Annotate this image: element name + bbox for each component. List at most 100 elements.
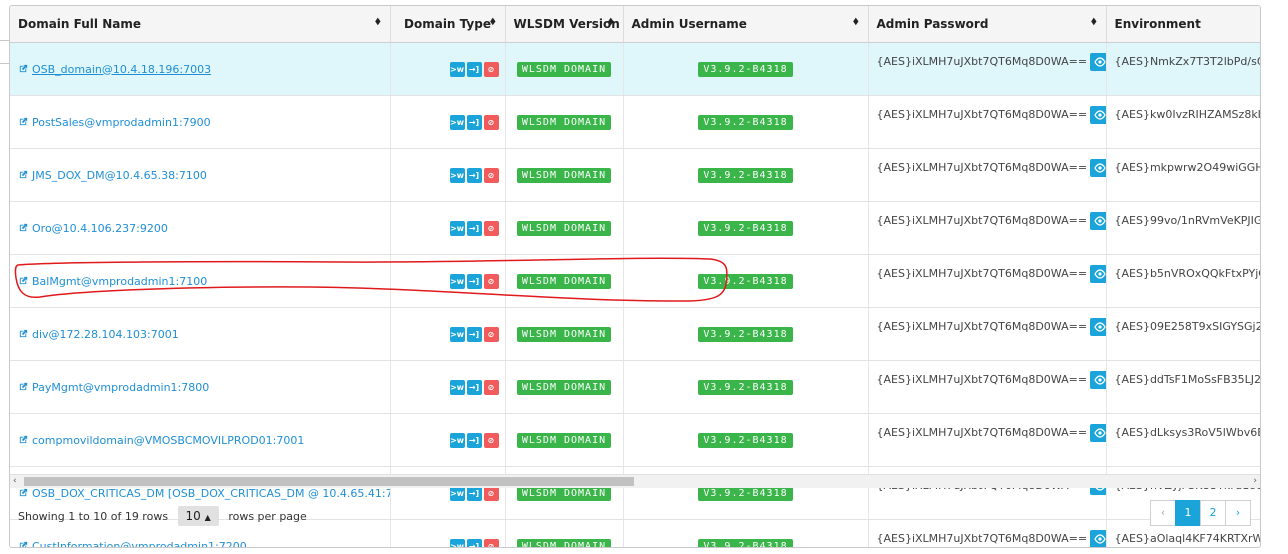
version-cell: V3.9.2-B4318 <box>623 42 869 96</box>
table-row[interactable]: OSB_domain@10.4.18.196:7003 >w →] ⊘ WLSDM DO… <box>10 42 1261 96</box>
eye-icon[interactable] <box>1090 212 1105 230</box>
version-badge: V3.9.2-B4318 <box>698 326 793 342</box>
domain-link[interactable]: PostSales@vmprodadmin1:7900 <box>18 116 211 129</box>
eye-icon[interactable] <box>1090 318 1105 336</box>
page-button[interactable]: 2 <box>1200 500 1226 526</box>
domain-type-cell: WLSDM DOMAIN <box>505 254 624 308</box>
disable-button[interactable]: ⊘ <box>483 61 499 77</box>
eye-icon[interactable] <box>1090 159 1105 177</box>
disable-button[interactable]: ⊘ <box>483 432 499 448</box>
eye-icon[interactable] <box>1090 265 1105 283</box>
page-size-dropdown[interactable]: 10 ▲ <box>177 506 219 526</box>
horizontal-scrollbar[interactable]: ‹ › <box>10 474 1260 488</box>
admin-password: {AES}b5nVROxQQkFtxPYjCgB7fQ== <box>1114 267 1261 280</box>
domain-link[interactable]: div@172.28.104.103:7001 <box>18 328 179 341</box>
table-row[interactable]: JMS_DOX_DM@10.4.65.38:7100 >w →] ⊘ WLSDM DOM… <box>10 148 1261 202</box>
scroll-thumb[interactable] <box>24 477 634 486</box>
domain-name-cell: JMS_DOX_DM@10.4.65.38:7100 <box>10 148 391 202</box>
admin-password: {AES}mkpwrw2O49wiGGHQsU6jBQ== <box>1114 161 1261 174</box>
sort-icon[interactable]: ◆ <box>608 16 613 27</box>
disable-button[interactable]: ⊘ <box>483 273 499 289</box>
column-header-4[interactable]: Admin Password ◆ <box>868 6 1107 43</box>
domain-link[interactable]: Oro@10.4.106.237:9200 <box>18 222 168 235</box>
sort-icon[interactable]: ◆ <box>853 16 858 27</box>
table-row[interactable]: Oro@10.4.106.237:9200 >w →] ⊘ WLSDM DOMAIN V3… <box>10 201 1260 255</box>
scroll-left-arrow[interactable]: ‹ <box>13 475 17 488</box>
login-button[interactable]: →] <box>466 61 482 77</box>
disable-button[interactable]: ⊘ <box>483 167 499 183</box>
column-header-label: Admin Username <box>631 17 747 31</box>
monitor-button[interactable]: >w <box>449 220 465 236</box>
sort-icon[interactable]: ◆ <box>1091 16 1096 27</box>
version-badge: V3.9.2-B4318 <box>698 114 793 130</box>
external-link-icon <box>18 116 32 129</box>
eye-icon[interactable] <box>1090 106 1105 124</box>
eye-icon[interactable] <box>1090 424 1105 442</box>
monitor-button[interactable]: >w <box>449 61 465 77</box>
admin-password-cell: {AES}mkpwrw2O49wiGGHQsU6jBQ== <box>1106 148 1261 202</box>
login-button[interactable]: →] <box>466 273 482 289</box>
domain-type-cell: WLSDM DOMAIN <box>505 148 624 202</box>
version-cell: V3.9.2-B4318 <box>623 201 869 255</box>
login-button[interactable]: →] <box>466 114 482 130</box>
disable-button[interactable]: ⊘ <box>483 220 499 236</box>
domain-actions-cell: >w →] ⊘ <box>390 42 506 96</box>
version-cell: V3.9.2-B4318 <box>623 413 869 467</box>
monitor-button[interactable]: >w <box>449 114 465 130</box>
disable-button[interactable]: ⊘ <box>483 114 499 130</box>
admin-username-cell: {AES}iXLMH7uJXbt7QT6Mq8D0WA== <box>868 254 1107 308</box>
domain-name: OSB_domain@10.4.18.196:7003 <box>32 62 212 76</box>
table-row[interactable]: PayMgmt@vmprodadmin1:7800 >w →] ⊘ WLSDM DOMA… <box>10 360 1260 414</box>
login-button[interactable]: →] <box>466 220 482 236</box>
login-button[interactable]: →] <box>466 167 482 183</box>
prev-page-button[interactable]: ‹ <box>1150 500 1176 526</box>
domain-link[interactable]: compmovildomain@VMOSBCMOVILPROD01:7001 <box>18 434 304 447</box>
admin-username-cell: {AES}iXLMH7uJXbt7QT6Mq8D0WA== <box>868 148 1107 202</box>
admin-password: {AES}NmkZx7T3T2lbPd/sQ8gjhQ== <box>1114 55 1261 68</box>
login-button[interactable]: →] <box>466 379 482 395</box>
page-button[interactable]: 1 <box>1175 500 1201 526</box>
column-header-label: Domain Type <box>404 17 491 31</box>
version-badge: V3.9.2-B4318 <box>698 220 793 236</box>
domain-actions-cell: >w →] ⊘ <box>390 95 506 149</box>
domain-link[interactable]: PayMgmt@vmprodadmin1:7800 <box>18 381 209 394</box>
version-badge: V3.9.2-B4318 <box>698 432 793 448</box>
monitor-button[interactable]: >w <box>449 432 465 448</box>
admin-username-cell: {AES}iXLMH7uJXbt7QT6Mq8D0WA== <box>868 360 1107 414</box>
version-cell: V3.9.2-B4318 <box>623 360 869 414</box>
monitor-button[interactable]: >w <box>449 167 465 183</box>
column-header-5[interactable]: Environment◆ <box>1106 6 1260 43</box>
scroll-right-arrow[interactable]: › <box>1253 475 1257 488</box>
table-row[interactable]: compmovildomain@VMOSBCMOVILPROD01:7001 >w… <box>10 413 1260 467</box>
eye-icon[interactable] <box>1090 53 1105 71</box>
disable-button[interactable]: ⊘ <box>483 379 499 395</box>
next-page-button[interactable]: › <box>1225 500 1251 526</box>
domain-link[interactable]: OSB_domain@10.4.18.196:7003 <box>18 63 211 76</box>
table-row[interactable]: BalMgmt@vmprodadmin1:7100 >w →] ⊘ WLSDM DOMA… <box>10 254 1261 308</box>
disable-button[interactable]: ⊘ <box>483 326 499 342</box>
column-header-0[interactable]: Domain Full Name ◆ <box>10 6 391 43</box>
table-row[interactable]: div@172.28.104.103:7001 >w →] ⊘ WLSDM DOMAIN… <box>10 307 1260 361</box>
column-header-1[interactable]: Domain Type ◆ <box>390 6 506 43</box>
sort-icon[interactable]: ◆ <box>375 16 380 27</box>
eye-icon[interactable] <box>1090 371 1105 389</box>
monitor-button[interactable]: >w <box>449 326 465 342</box>
column-header-2[interactable]: WLSDM Version ◆ <box>505 6 624 43</box>
page-size-value: 10 <box>185 509 201 523</box>
admin-username-cell: {AES}iXLMH7uJXbt7QT6Mq8D0WA== <box>868 413 1107 467</box>
monitor-button[interactable]: >w <box>449 379 465 395</box>
login-button[interactable]: →] <box>466 326 482 342</box>
domain-link[interactable]: JMS_DOX_DM@10.4.65.38:7100 <box>18 169 207 182</box>
domain-link[interactable]: BalMgmt@vmprodadmin1:7100 <box>18 275 207 288</box>
table-row[interactable]: PostSales@vmprodadmin1:7900 >w →] ⊘ WLSDM DO… <box>10 95 1260 149</box>
column-header-3[interactable]: Admin Username ◆ <box>623 6 869 43</box>
admin-password-cell: {AES}dLksys3RoV5lWbv6EU0VGw== <box>1106 413 1260 467</box>
domain-type-badge: WLSDM DOMAIN <box>516 432 612 448</box>
login-button[interactable]: →] <box>466 432 482 448</box>
domain-name-cell: div@172.28.104.103:7001 <box>10 307 391 361</box>
domain-actions-cell: >w →] ⊘ <box>390 307 506 361</box>
caret-up-icon: ▲ <box>204 513 211 522</box>
domain-name: BalMgmt@vmprodadmin1:7100 <box>32 274 208 288</box>
sort-icon[interactable]: ◆ <box>490 16 495 27</box>
monitor-button[interactable]: >w <box>449 273 465 289</box>
